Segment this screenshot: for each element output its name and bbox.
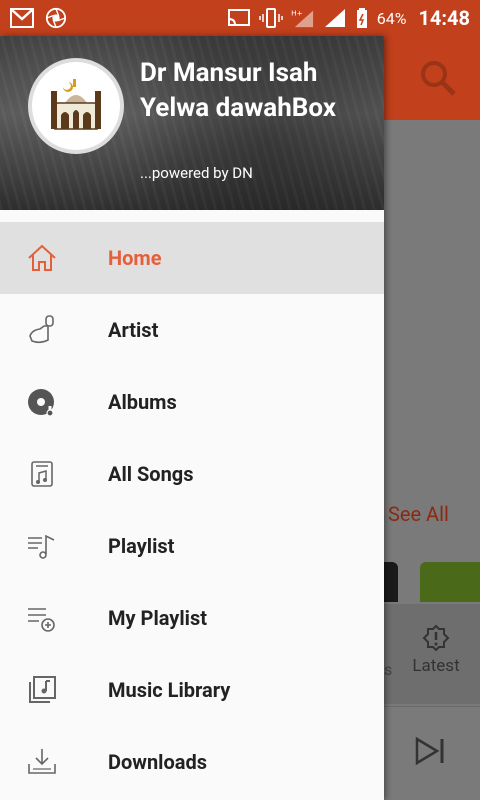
see-all-link[interactable]: See All (388, 502, 449, 526)
drawer-subtitle: ...powered by DN (140, 164, 253, 182)
drawer-item-albums[interactable]: Albums (0, 366, 384, 438)
app-logo (28, 58, 124, 154)
navigation-drawer: Dr Mansur Isah Yelwa dawahBox ...powered… (0, 36, 384, 800)
album-thumbnail[interactable] (384, 562, 398, 602)
drawer-item-label: All Songs (108, 462, 194, 486)
signal-icon (324, 9, 345, 27)
album-icon (24, 384, 60, 420)
drawer-item-home[interactable]: Home (0, 222, 384, 294)
search-icon[interactable] (418, 58, 458, 98)
tab-label-partial[interactable]: s (384, 660, 392, 679)
mosque-icon (51, 79, 101, 130)
my-playlist-icon (24, 600, 60, 636)
artist-icon (24, 312, 60, 348)
clock: 14:48 (418, 6, 470, 30)
gmail-icon (10, 8, 34, 28)
signal-hplus-icon: H+ (291, 8, 313, 28)
battery-icon (356, 8, 367, 28)
alert-icon (422, 624, 450, 652)
skip-next-icon[interactable] (414, 736, 448, 766)
drawer-item-my-playlist[interactable]: My Playlist (0, 582, 384, 654)
download-icon (24, 744, 60, 780)
drawer-item-label: Albums (108, 390, 177, 414)
library-icon (24, 672, 60, 708)
tab-latest[interactable]: Latest (408, 624, 464, 676)
drawer-item-artist[interactable]: Artist (0, 294, 384, 366)
drawer-item-label: Downloads (108, 750, 208, 774)
drawer-item-label: Artist (108, 318, 159, 342)
drawer-item-label: Playlist (108, 534, 175, 558)
drawer-item-label: Music Library (108, 678, 231, 702)
drawer-item-music-library[interactable]: Music Library (0, 654, 384, 726)
status-bar: H+ 64% 14:48 (0, 0, 480, 36)
drawer-item-label: My Playlist (108, 606, 207, 630)
album-thumbnail[interactable] (420, 562, 480, 602)
camera-aperture-icon (45, 7, 67, 29)
battery-percent: 64% (376, 8, 407, 28)
songs-icon (24, 456, 60, 492)
drawer-header: Dr Mansur Isah Yelwa dawahBox ...powered… (0, 36, 384, 210)
vibrate-icon (259, 8, 283, 28)
drawer-item-downloads[interactable]: Downloads (0, 726, 384, 798)
drawer-title: Dr Mansur Isah Yelwa dawahBox (140, 58, 337, 123)
tab-latest-label: Latest (412, 656, 460, 676)
drawer-item-playlist[interactable]: Playlist (0, 510, 384, 582)
home-icon (24, 240, 60, 276)
drawer-item-all-songs[interactable]: All Songs (0, 438, 384, 510)
drawer-item-label: Home (108, 246, 162, 270)
cast-icon (227, 9, 250, 26)
playlist-icon (24, 528, 60, 564)
network-type-label: H+ (291, 8, 303, 17)
